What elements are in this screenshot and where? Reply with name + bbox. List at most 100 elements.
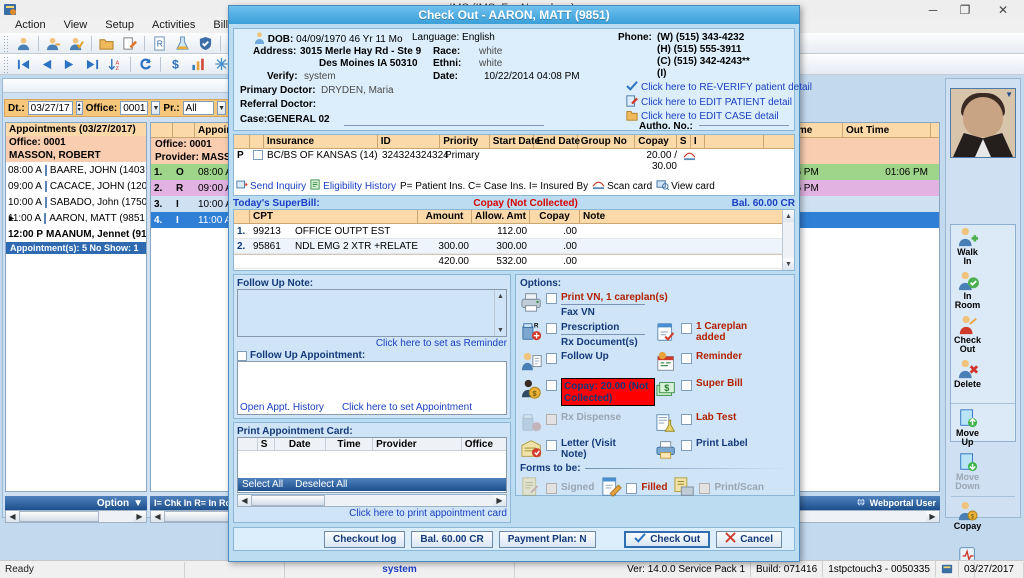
careplan-checkbox[interactable] (681, 323, 692, 334)
pac-col-date[interactable]: Date (275, 438, 326, 450)
ins-col-check[interactable] (250, 135, 264, 148)
appointments-hscrollbar[interactable]: ◀ ▶ (5, 510, 147, 523)
scroll-left-icon[interactable]: ◀ (151, 511, 164, 522)
pac-col-provider[interactable]: Provider (373, 438, 462, 450)
grid-col-num[interactable] (151, 123, 173, 137)
chart-document-icon[interactable] (44, 180, 47, 192)
scroll-right-icon[interactable]: ▶ (926, 511, 939, 522)
cancel-button[interactable]: Cancel (716, 530, 782, 548)
move-up-button[interactable]: Move Up (951, 406, 984, 450)
next-record-icon[interactable] (59, 55, 80, 74)
option-careplan[interactable]: 1 Careplan added (655, 321, 790, 343)
toolbar-grip[interactable] (3, 55, 9, 73)
date-spinner[interactable]: ▲ ▼ (75, 101, 83, 115)
ins-col-start-date[interactable]: Start Date (490, 135, 540, 148)
set-appointment-link[interactable]: Click here to set Appointment (342, 402, 472, 413)
option-reminder[interactable]: Reminder (655, 351, 790, 373)
deselect-all-link[interactable]: Deselect All (295, 479, 347, 490)
scroll-up-icon[interactable]: ▲ (495, 290, 506, 302)
folder-open-icon[interactable] (96, 34, 117, 53)
option-print-vn[interactable]: Print VN, 1 careplan(s) Fax VN (520, 291, 790, 318)
scan-card-link[interactable]: Scan card (592, 179, 652, 193)
rx-icon[interactable]: R (149, 34, 170, 53)
view-card-link[interactable]: View card (656, 179, 715, 193)
option-follow-up[interactable]: Follow Up (520, 351, 655, 373)
reverify-patient-link[interactable]: Click here to RE-VERIFY patient detail (626, 81, 812, 94)
status-tray-icon[interactable] (936, 561, 959, 577)
table-row[interactable]: 2. 95861 NDL EMG 2 XTR +RELATED P. 300.0… (234, 239, 794, 254)
first-record-icon[interactable] (13, 55, 34, 74)
form-filled-checkbox[interactable] (626, 482, 638, 494)
menu-item-activities[interactable]: Activities (143, 19, 204, 31)
option-super-bill[interactable]: $ Super Bill (655, 378, 790, 400)
cpt-col-copay[interactable]: Copay (530, 210, 580, 223)
print-label-checkbox[interactable] (681, 440, 692, 451)
option-lab-test[interactable]: Lab Test (655, 412, 790, 434)
note-vscrollbar[interactable]: ▲ ▼ (494, 290, 506, 336)
list-item[interactable]: 08:00 A BAARE, JOHN (1403 (6, 162, 146, 178)
ins-col-blank-2[interactable] (764, 135, 794, 148)
photo-dropdown-icon[interactable]: ▼ (1005, 90, 1013, 99)
option-copay[interactable]: $ Copay: 20.00 (Not Collected) (520, 378, 655, 406)
follow-up-checkbox[interactable] (546, 353, 557, 364)
shield-icon[interactable] (195, 34, 216, 53)
list-item-selected[interactable]: ► 11:00 A AARON, MATT (9851 (6, 210, 146, 226)
ins-col-group-no[interactable]: Group No (578, 135, 636, 148)
scroll-left-icon[interactable]: ◀ (6, 511, 19, 522)
toolbar-grip[interactable] (3, 34, 9, 52)
reminder-checkbox[interactable] (681, 353, 692, 364)
scroll-down-icon[interactable]: ▼ (783, 258, 794, 270)
ins-col-priority[interactable]: Priority (440, 135, 490, 148)
scroll-thumb[interactable] (19, 511, 99, 522)
chart-document-icon[interactable] (44, 212, 47, 224)
follow-up-note-textarea[interactable]: ▲ ▼ (237, 289, 507, 337)
dollar-icon[interactable]: $ (165, 55, 186, 74)
scroll-left-icon[interactable]: ◀ (238, 495, 251, 506)
cpt-col-allow[interactable]: Allow. Amt (472, 210, 530, 223)
scroll-up-icon[interactable]: ▲ (783, 210, 794, 222)
print-vn-checkbox[interactable] (546, 293, 557, 304)
print-appointment-card-link[interactable]: Click here to print appointment card (237, 508, 507, 519)
walk-in-button[interactable]: Walk In (951, 225, 984, 269)
last-record-icon[interactable] (82, 55, 103, 74)
patient-check-icon[interactable] (66, 34, 87, 53)
cpt-col-note[interactable]: Note (580, 210, 770, 223)
set-as-reminder-link[interactable]: Click here to set as Reminder (237, 338, 507, 349)
insurance-row[interactable]: P BC/BS OF KANSAS (14) 324324324324 Prim… (234, 149, 794, 177)
letter-checkbox[interactable] (546, 440, 557, 451)
ins-col-i[interactable]: I (691, 135, 705, 148)
pac-col-s[interactable]: S (258, 438, 275, 450)
superbill-vscrollbar[interactable]: ▲ ▼ (782, 210, 794, 270)
super-bill-checkbox[interactable] (681, 380, 692, 391)
ins-col-blank-1[interactable] (705, 135, 765, 148)
option-letter-visit-note[interactable]: Letter (Visit Note) (520, 438, 655, 460)
insurance-checkbox[interactable] (253, 150, 263, 161)
autho-no-input[interactable] (699, 125, 789, 126)
fax-vn-label[interactable]: Fax VN (561, 307, 595, 318)
office-filter-input[interactable]: 0001 (120, 101, 149, 115)
balance-button[interactable]: Bal. 60.00 CR (411, 530, 493, 548)
lab-test-checkbox[interactable] (681, 414, 692, 425)
eligibility-history-link[interactable]: Eligibility History (310, 179, 396, 193)
lab-flask-icon[interactable] (172, 34, 193, 53)
menu-item-setup[interactable]: Setup (96, 19, 143, 31)
menu-item-action[interactable]: Action (6, 19, 55, 31)
provider-chevron-down-icon[interactable]: ▼ (217, 101, 226, 115)
chart-document-icon[interactable] (44, 164, 47, 176)
grid-col-out-time[interactable]: Out Time (843, 123, 931, 137)
provider-filter-input[interactable]: All (182, 101, 215, 115)
date-filter-input[interactable]: 03/27/17 (27, 101, 73, 115)
checkout-log-button[interactable]: Checkout log (324, 530, 406, 548)
pac-col-office[interactable]: Office (462, 438, 506, 450)
ins-col-type[interactable] (234, 135, 250, 148)
scroll-down-icon[interactable]: ▼ (495, 324, 506, 336)
scroll-right-icon[interactable]: ▶ (133, 511, 146, 522)
select-all-link[interactable]: Select All (242, 479, 283, 490)
webportal-user[interactable]: Webportal User (856, 497, 936, 509)
in-room-button[interactable]: In Room (951, 269, 984, 313)
cpt-col-amount[interactable]: Amount (418, 210, 472, 223)
list-item[interactable]: 09:00 A CACACE, JOHN (120 (6, 178, 146, 194)
copay-checkbox[interactable] (546, 380, 557, 391)
menu-item-view[interactable]: View (55, 19, 97, 31)
scan-card-row-icon[interactable] (680, 150, 696, 177)
